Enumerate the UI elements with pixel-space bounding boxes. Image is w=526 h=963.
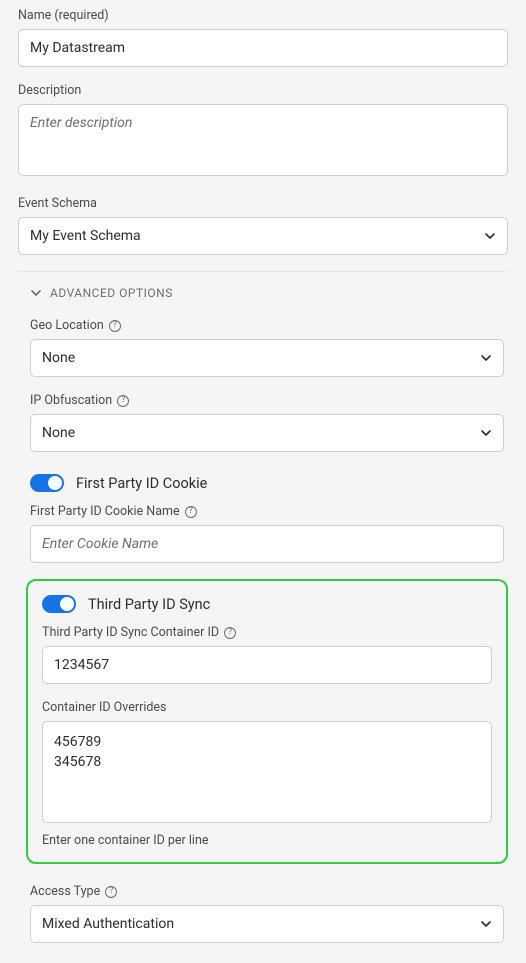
access-type-value: Mixed Authentication — [42, 916, 174, 932]
section-divider — [18, 271, 508, 272]
info-icon[interactable]: ? — [185, 506, 197, 518]
event-schema-value: My Event Schema — [30, 228, 141, 244]
third-party-container-id-input[interactable] — [42, 646, 492, 684]
advanced-options-label: ADVANCED OPTIONS — [50, 286, 173, 300]
third-party-sync-toggle[interactable] — [42, 595, 76, 613]
info-icon[interactable]: ? — [105, 886, 117, 898]
first-party-cookie-toggle-label: First Party ID Cookie — [76, 475, 207, 492]
access-type-select[interactable]: Mixed Authentication — [30, 905, 504, 943]
chevron-down-icon — [480, 427, 492, 439]
geo-location-label: Geo Location — [30, 318, 104, 333]
geo-location-select[interactable]: None — [30, 339, 504, 377]
container-overrides-textarea[interactable] — [42, 721, 492, 823]
event-schema-label: Event Schema — [18, 196, 508, 211]
ip-obfuscation-value: None — [42, 425, 75, 441]
third-party-container-id-label: Third Party ID Sync Container ID — [42, 625, 219, 640]
advanced-options-toggle[interactable]: ADVANCED OPTIONS — [30, 286, 508, 300]
name-input[interactable] — [18, 29, 508, 67]
container-overrides-helper: Enter one container ID per line — [42, 833, 492, 848]
access-type-label: Access Type — [30, 884, 100, 899]
geo-location-value: None — [42, 350, 75, 366]
third-party-sync-toggle-label: Third Party ID Sync — [88, 596, 210, 613]
name-label: Name (required) — [18, 8, 508, 23]
first-party-cookie-name-label: First Party ID Cookie Name — [30, 504, 180, 519]
first-party-cookie-toggle[interactable] — [30, 474, 64, 492]
container-overrides-label: Container ID Overrides — [42, 700, 492, 715]
info-icon[interactable]: ? — [117, 395, 129, 407]
ip-obfuscation-label: IP Obfuscation — [30, 393, 112, 408]
chevron-down-icon — [30, 287, 42, 299]
info-icon[interactable]: ? — [224, 627, 236, 639]
chevron-down-icon — [480, 352, 492, 364]
info-icon[interactable]: ? — [109, 320, 121, 332]
first-party-cookie-name-input[interactable] — [30, 525, 504, 563]
chevron-down-icon — [480, 918, 492, 930]
event-schema-select[interactable]: My Event Schema — [18, 217, 508, 255]
chevron-down-icon — [484, 230, 496, 242]
description-textarea[interactable] — [18, 104, 508, 176]
third-party-sync-section: Third Party ID Sync Third Party ID Sync … — [26, 579, 508, 864]
description-label: Description — [18, 83, 508, 98]
ip-obfuscation-select[interactable]: None — [30, 414, 504, 452]
